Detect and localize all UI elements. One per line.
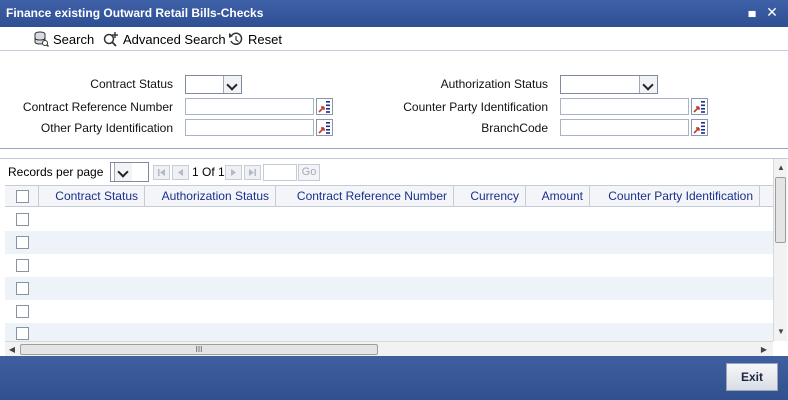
vertical-scrollbar[interactable]: ▲ ▼: [773, 159, 787, 341]
chevron-down-icon: [223, 76, 241, 93]
horizontal-scrollbar[interactable]: ◀ III ▶: [5, 341, 773, 356]
list-of-values-icon: [693, 101, 705, 113]
search-button[interactable]: Search: [33, 30, 94, 48]
advanced-search-button[interactable]: Advanced Search: [102, 30, 226, 48]
first-page-icon: [158, 169, 165, 176]
row-checkbox[interactable]: [16, 327, 29, 340]
other-party-input[interactable]: [185, 119, 314, 136]
branch-code-label: BranchCode: [481, 121, 548, 135]
row-checkbox[interactable]: [16, 213, 29, 226]
list-of-values-icon: [693, 122, 705, 134]
row-checkbox[interactable]: [16, 236, 29, 249]
column-header-counter-party[interactable]: Counter Party Identification: [590, 186, 760, 207]
contract-reference-input[interactable]: [185, 98, 314, 115]
toolbar: Search Advanced Search Reset: [0, 27, 788, 51]
counter-party-lov-button[interactable]: [691, 98, 708, 115]
chevron-down-icon: [639, 76, 657, 93]
table-row[interactable]: [5, 254, 773, 277]
scroll-left-icon[interactable]: ◀: [5, 342, 19, 357]
contract-reference-label: Contract Reference Number: [22, 100, 173, 114]
counter-party-input[interactable]: [560, 98, 689, 115]
scroll-up-icon[interactable]: ▲: [774, 161, 788, 175]
records-per-page-select[interactable]: 15: [110, 162, 149, 182]
exit-button[interactable]: Exit: [726, 363, 778, 391]
goto-page-input[interactable]: [263, 164, 297, 181]
authorization-status-select[interactable]: [560, 75, 658, 94]
column-header-contract-reference[interactable]: Contract Reference Number: [276, 186, 454, 207]
row-checkbox[interactable]: [16, 259, 29, 272]
branch-code-lov-button[interactable]: [691, 119, 708, 136]
minimize-icon[interactable]: ▄: [744, 3, 760, 21]
previous-page-icon: [178, 169, 183, 176]
next-page-button[interactable]: [225, 165, 242, 180]
previous-page-button[interactable]: [172, 165, 189, 180]
scroll-down-icon[interactable]: ▼: [774, 325, 788, 339]
column-header-amount[interactable]: Amount: [526, 186, 590, 207]
records-per-page-label: Records per page: [8, 165, 104, 179]
row-checkbox[interactable]: [16, 305, 29, 318]
window-title: Finance existing Outward Retail Bills-Ch…: [6, 6, 264, 20]
advanced-search-icon: [103, 32, 118, 47]
counter-party-label: Counter Party Identification: [403, 100, 548, 114]
results-panel: Records per page 15 1 Of 1 Go Contract S…: [0, 158, 788, 356]
contract-status-select[interactable]: [185, 75, 242, 94]
column-header-contract-status[interactable]: Contract Status: [39, 186, 145, 207]
chevron-down-icon: [114, 163, 132, 181]
table-row[interactable]: [5, 323, 773, 341]
column-header-authorization-status[interactable]: Authorization Status: [145, 186, 276, 207]
last-page-button[interactable]: [244, 165, 261, 180]
database-search-icon: [34, 31, 49, 47]
window-title-bar: Finance existing Outward Retail Bills-Ch…: [0, 0, 788, 27]
authorization-status-label: Authorization Status: [440, 77, 548, 91]
last-page-icon: [249, 169, 256, 176]
reset-icon: [229, 32, 243, 45]
branch-code-input[interactable]: [560, 119, 689, 136]
close-icon[interactable]: ✕: [764, 3, 780, 21]
other-party-label: Other Party Identification: [40, 121, 173, 135]
go-button[interactable]: Go: [298, 164, 320, 181]
list-of-values-icon: [318, 122, 330, 134]
footer-bar: Exit: [0, 356, 788, 400]
table-row[interactable]: [5, 300, 773, 323]
page-info: 1 Of 1: [192, 165, 225, 179]
reset-button[interactable]: Reset: [228, 30, 282, 48]
next-page-icon: [231, 169, 236, 176]
contract-reference-lov-button[interactable]: [316, 98, 333, 115]
table-row[interactable]: [5, 277, 773, 300]
contract-status-label: Contract Status: [90, 77, 173, 91]
table-row[interactable]: [5, 231, 773, 254]
first-page-button[interactable]: [153, 165, 170, 180]
search-criteria-panel: Contract Status Authorization Status Con…: [0, 51, 788, 149]
scroll-right-icon[interactable]: ▶: [757, 342, 771, 357]
select-all-checkbox[interactable]: [16, 190, 29, 203]
horizontal-scroll-thumb[interactable]: III: [20, 344, 378, 355]
pagination-bar: Records per page 15 1 Of 1 Go: [0, 159, 788, 185]
table-row[interactable]: [5, 208, 773, 231]
search-label: Search: [53, 31, 95, 47]
table-header: Contract Status Authorization Status Con…: [5, 185, 773, 207]
advanced-search-label: Advanced Search: [123, 31, 226, 47]
select-all-header: [5, 186, 39, 207]
column-header-currency[interactable]: Currency: [454, 186, 526, 207]
row-checkbox[interactable]: [16, 282, 29, 295]
other-party-lov-button[interactable]: [316, 119, 333, 136]
vertical-scroll-thumb[interactable]: [775, 177, 786, 243]
reset-label: Reset: [248, 31, 282, 47]
list-of-values-icon: [318, 101, 330, 113]
